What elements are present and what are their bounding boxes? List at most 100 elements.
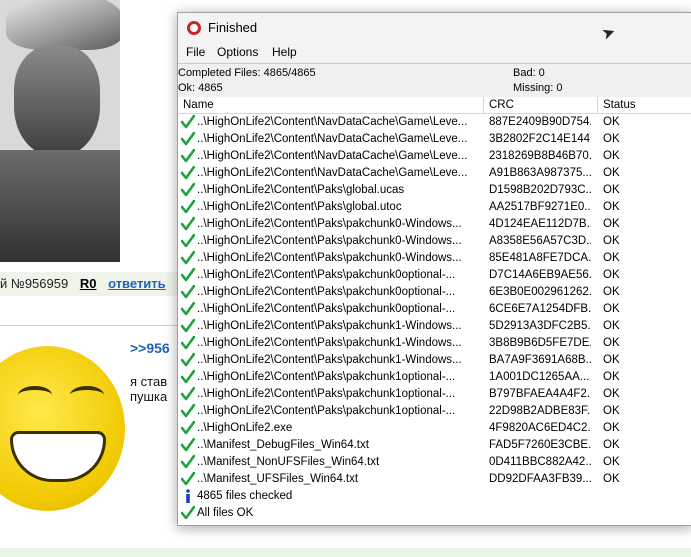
bad-count: Bad: 0	[513, 67, 545, 79]
file-name-cell: ..\HighOnLife2\Content\Paks\pakchunk1-Wi…	[197, 337, 462, 349]
status-cell: OK	[603, 354, 620, 366]
file-name-cell: ..\HighOnLife2.exe	[197, 422, 293, 434]
file-row[interactable]: ..\HighOnLife2\Content\Paks\pakchunk1opt…	[178, 403, 691, 420]
face-shape	[14, 46, 100, 156]
crc-cell: 6E3B0E002961262...	[489, 286, 591, 298]
crc-cell: 6CE6E7A1254DFB...	[489, 303, 591, 315]
summary-row[interactable]: All files OK	[178, 505, 691, 522]
file-row[interactable]: ..\HighOnLife2\Content\NavDataCache\Game…	[178, 165, 691, 182]
reply-link[interactable]: ответить	[108, 276, 166, 291]
file-row[interactable]: ..\HighOnLife2.exe 4F9820AC6ED4C2... OK	[178, 420, 691, 437]
check-icon	[181, 183, 195, 197]
menu-help[interactable]: Help	[270, 45, 299, 59]
file-name-cell: ..\HighOnLife2\Content\Paks\global.utoc	[197, 201, 402, 213]
file-name-cell: ..\HighOnLife2\Content\Paks\global.ucas	[197, 184, 405, 196]
status-cell: OK	[603, 252, 620, 264]
file-name-cell: ..\Manifest_DebugFiles_Win64.txt	[197, 439, 369, 451]
crc-cell: FAD5F7260E3CBE...	[489, 439, 591, 451]
post-divider	[0, 325, 200, 326]
crc-cell: 22D98B2ADBE83F...	[489, 405, 591, 417]
file-name-cell: ..\HighOnLife2\Content\Paks\pakchunk0opt…	[197, 269, 456, 281]
troll-eye-right	[70, 386, 104, 404]
troll-mouth	[10, 431, 106, 482]
summary-row[interactable]: 4865 files checked	[178, 488, 691, 505]
status-cell: OK	[603, 303, 620, 315]
status-cell: OK	[603, 337, 620, 349]
crc-cell: D1598B202D793C...	[489, 184, 591, 196]
crc-cell: 3B2802F2C14E144...	[489, 133, 591, 145]
file-name-cell: ..\HighOnLife2\Content\NavDataCache\Game…	[197, 116, 468, 128]
crc-cell: 1A001DC1265AA...	[489, 371, 590, 383]
crc-cell: DD92DFAA3FB39...	[489, 473, 591, 485]
file-name-cell: ..\HighOnLife2\Content\NavDataCache\Game…	[197, 133, 468, 145]
status-cell: OK	[603, 167, 620, 179]
window-title: Finished	[208, 20, 258, 35]
crc-cell: 2318269B8B46B70...	[489, 150, 591, 162]
file-row[interactable]: ..\HighOnLife2\Content\Paks\pakchunk0opt…	[178, 284, 691, 301]
crc-cell: 4F9820AC6ED4C2...	[489, 422, 591, 434]
check-icon	[181, 353, 195, 367]
crc-cell: A91B863A987375...	[489, 167, 591, 179]
mouse-cursor-icon: ➤	[599, 23, 619, 44]
r0-link[interactable]: R0	[80, 276, 97, 291]
file-row[interactable]: ..\HighOnLife2\Content\Paks\pakchunk1-Wi…	[178, 335, 691, 352]
file-row[interactable]: ..\Manifest_DebugFiles_Win64.txt FAD5F726…	[178, 437, 691, 454]
status-cell: OK	[603, 184, 620, 196]
info-icon	[186, 489, 190, 503]
summary-text: All files OK	[197, 507, 254, 519]
column-status[interactable]: Status	[598, 97, 691, 113]
column-name[interactable]: Name	[178, 97, 484, 113]
status-cell: OK	[603, 388, 620, 400]
check-icon	[181, 268, 195, 282]
file-row[interactable]: ..\HighOnLife2\Content\Paks\pakchunk0-Wi…	[178, 233, 691, 250]
file-row[interactable]: ..\HighOnLife2\Content\Paks\pakchunk0-Wi…	[178, 216, 691, 233]
status-cell: OK	[603, 422, 620, 434]
file-row[interactable]: ..\HighOnLife2\Content\Paks\pakchunk0opt…	[178, 301, 691, 318]
crc-cell: 0D411BBC882A42...	[489, 456, 591, 468]
status-cell: OK	[603, 439, 620, 451]
menu-options[interactable]: Options	[215, 45, 260, 59]
status-cell: OK	[603, 116, 620, 128]
post-text-line: я став	[130, 374, 168, 389]
file-row[interactable]: ..\HighOnLife2\Content\Paks\pakchunk0-Wi…	[178, 250, 691, 267]
file-row[interactable]: ..\HighOnLife2\Content\Paks\pakchunk0opt…	[178, 267, 691, 284]
menu-file[interactable]: File	[184, 45, 207, 59]
file-name-cell: ..\HighOnLife2\Content\Paks\pakchunk1opt…	[197, 388, 456, 400]
crc-cell: 887E2409B90D754...	[489, 116, 591, 128]
file-name-cell: ..\HighOnLife2\Content\NavDataCache\Game…	[197, 150, 468, 162]
post-image-trollface[interactable]	[0, 346, 125, 511]
file-row[interactable]: ..\HighOnLife2\Content\Paks\pakchunk1-Wi…	[178, 318, 691, 335]
file-row[interactable]: ..\HighOnLife2\Content\NavDataCache\Game…	[178, 131, 691, 148]
file-row[interactable]: ..\Manifest_NonUFSFiles_Win64.txt 0D411BB…	[178, 454, 691, 471]
check-icon	[181, 200, 195, 214]
file-row[interactable]: ..\HighOnLife2\Content\Paks\pakchunk1opt…	[178, 386, 691, 403]
file-list[interactable]: Name CRC Status ..\HighOnLife2\Content\N…	[178, 97, 691, 525]
status-cell: OK	[603, 150, 620, 162]
title-bar[interactable]: Finished ➤	[178, 13, 691, 44]
file-name-cell: ..\HighOnLife2\Content\Paks\pakchunk1opt…	[197, 405, 456, 417]
completed-files-count: Completed Files: 4865/4865	[178, 67, 316, 79]
quote-link[interactable]: >>956	[130, 340, 170, 356]
post-image-helmet-man[interactable]	[0, 0, 120, 262]
file-row[interactable]: ..\HighOnLife2\Content\Paks\global.ucas D…	[178, 182, 691, 199]
check-icon	[181, 234, 195, 248]
column-crc[interactable]: CRC	[484, 97, 598, 113]
file-row[interactable]: ..\Manifest_UFSFiles_Win64.txt DD92DFAA3F…	[178, 471, 691, 488]
file-row[interactable]: ..\HighOnLife2\Content\NavDataCache\Game…	[178, 148, 691, 165]
crc-cell: AA2517BF9271E0...	[489, 201, 591, 213]
stats-panel: Completed Files: 4865/4865 Ok: 4865 Bad:…	[178, 63, 691, 98]
file-row[interactable]: ..\HighOnLife2\Content\Paks\pakchunk1-Wi…	[178, 352, 691, 369]
crc-cell: 5D2913A3DFC2B5...	[489, 320, 591, 332]
check-icon	[181, 506, 195, 520]
file-row[interactable]: ..\HighOnLife2\Content\Paks\global.utoc A…	[178, 199, 691, 216]
file-row[interactable]: ..\HighOnLife2\Content\NavDataCache\Game…	[178, 114, 691, 131]
ok-count: Ok: 4865	[178, 82, 223, 94]
file-row[interactable]: ..\HighOnLife2\Content\Paks\pakchunk1opt…	[178, 369, 691, 386]
next-post-strip	[0, 548, 691, 557]
status-cell: OK	[603, 218, 620, 230]
status-cell: OK	[603, 235, 620, 247]
check-icon	[181, 115, 195, 129]
status-cell: OK	[603, 473, 620, 485]
check-icon	[181, 217, 195, 231]
post-number: й №956959	[0, 276, 69, 291]
